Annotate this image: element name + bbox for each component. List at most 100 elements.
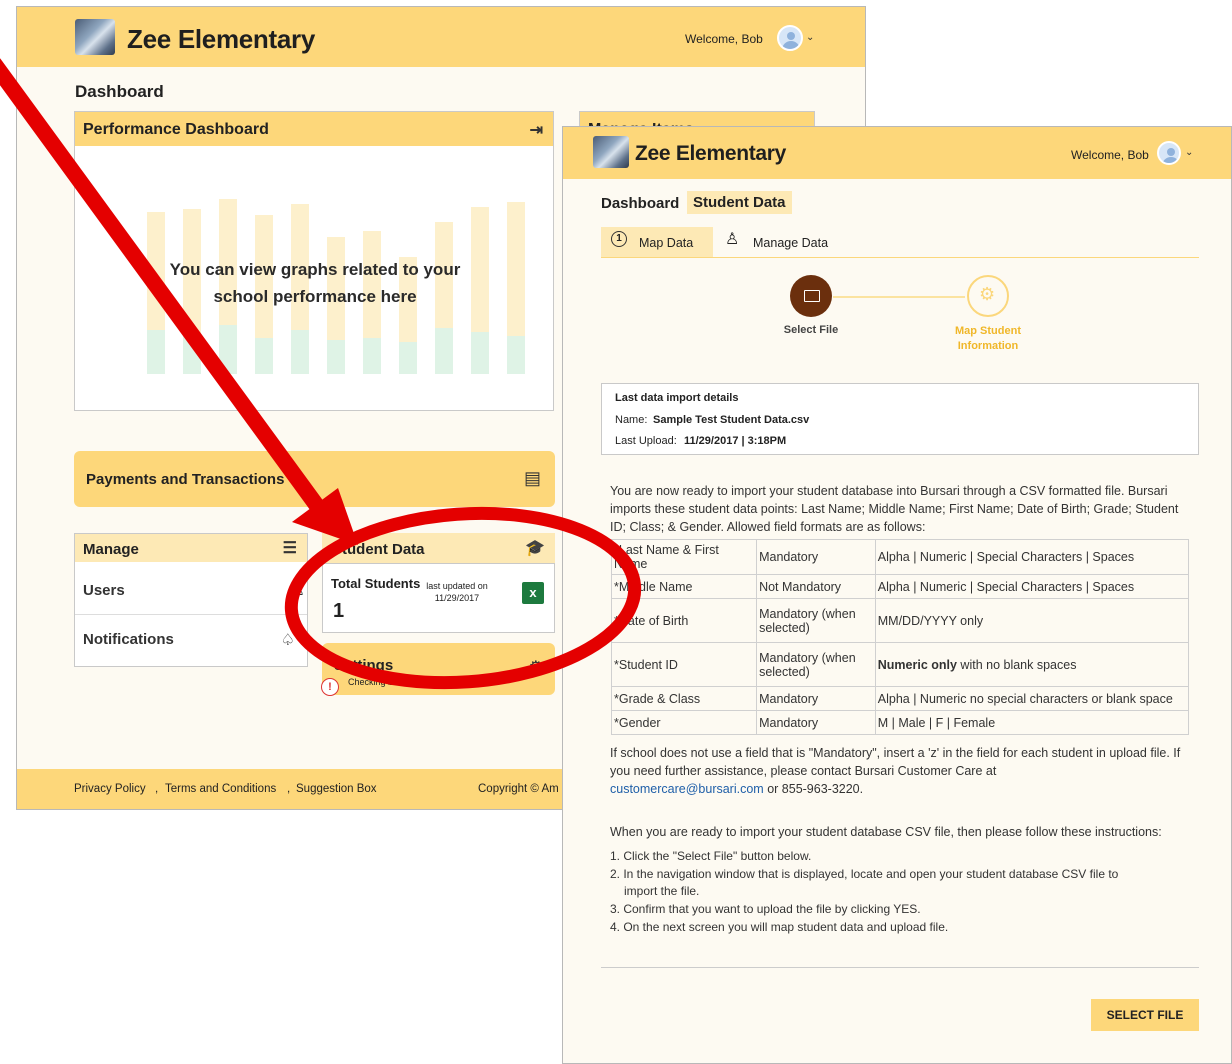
manage-item-users[interactable]: Users ♙	[75, 568, 307, 615]
table-row: *Student ID Mandatory (when selected) Nume…	[610, 642, 1190, 687]
user-edit-icon: ♙	[725, 231, 740, 248]
performance-overlay-text: You can view graphs related to your scho…	[169, 260, 461, 306]
terms-link[interactable]: Terms and Conditions	[165, 783, 276, 795]
welcome-text: Welcome, Bob	[1071, 148, 1149, 162]
instruction-2: 2. In the navigation window that is disp…	[610, 867, 1119, 881]
format-cell: Alpha | Numeric | Special Characters | S…	[874, 574, 1190, 599]
warning-icon: !	[321, 678, 339, 696]
suggestion-link[interactable]: Suggestion Box	[296, 783, 377, 795]
help-phone: or 855-963-3220.	[767, 782, 864, 796]
table-row: *Grade & Class Mandatory Alpha | Numeric n…	[610, 686, 1190, 711]
student-data-card[interactable]: Student Data 🎓 Total Students last updat…	[322, 533, 555, 633]
last-import-box: Last data import details Name: Sample Te…	[601, 383, 1199, 455]
payments-title: Payments and Transactions	[86, 471, 285, 488]
field-name-cell: *Grade & Class	[610, 686, 758, 711]
app-header: Zee Elementary Welcome, Bob ⌄	[563, 127, 1231, 179]
chevron-down-icon[interactable]: ⌄	[806, 32, 814, 43]
page-title: Dashboard	[75, 82, 164, 101]
requirement-cell: Not Mandatory	[756, 574, 876, 599]
map-data-icon: 1	[611, 231, 627, 247]
presentation-chart-icon: ▤	[523, 468, 541, 488]
placeholder-bar	[327, 340, 345, 374]
excel-icon: x	[522, 582, 544, 604]
settings-card[interactable]: Settings Checking bank ⚙	[322, 643, 555, 695]
upload-value: 11/29/2017 | 3:18PM	[684, 435, 787, 447]
step-map-student-label: Map Student Information	[955, 325, 1021, 352]
brand-title: Zee Elementary	[127, 24, 316, 54]
requirement-cell: Mandatory	[756, 710, 876, 735]
last-import-heading: Last data import details	[615, 392, 739, 404]
format-cell: MM/DD/YYYY only	[874, 598, 1190, 643]
format-cell: Numeric only with no blank spaces	[874, 642, 1190, 687]
graduation-cap-icon: 🎓	[525, 540, 545, 557]
format-cell: Alpha | Numeric | Special Characters | S…	[874, 539, 1190, 575]
placeholder-bar	[219, 325, 237, 374]
placeholder-bar	[471, 332, 489, 374]
divider	[601, 967, 1199, 968]
user-avatar-icon[interactable]	[777, 25, 803, 51]
requirement-cell: Mandatory (when selected)	[756, 598, 876, 643]
placeholder-bar	[183, 335, 201, 374]
step-select-file-label: Select File	[783, 324, 839, 336]
help-text: If school does not use a field that is "…	[610, 746, 1181, 796]
step-select-file[interactable]	[790, 275, 832, 317]
performance-card-title: Performance Dashboard	[83, 121, 269, 138]
placeholder-bar	[147, 330, 165, 374]
instruction-3: 3. Confirm that you want to upload the f…	[610, 902, 921, 916]
stepper-line	[833, 296, 965, 298]
student-data-title: Student Data	[332, 541, 425, 558]
placeholder-bar	[399, 342, 417, 374]
table-row: *Date of Birth Mandatory (when selected) M…	[610, 598, 1190, 643]
placeholder-bar	[291, 330, 309, 374]
breadcrumb-dashboard[interactable]: Dashboard	[601, 195, 679, 212]
settings-status: Checking bank	[348, 677, 408, 687]
field-name-cell: *Last Name & First Name	[610, 539, 758, 575]
total-students-label: Total Students	[331, 576, 421, 591]
privacy-link[interactable]: Privacy Policy	[74, 783, 146, 795]
payments-card[interactable]: Payments and Transactions ▤	[74, 451, 555, 507]
field-name-cell: *Gender	[610, 710, 758, 735]
total-students-count: 1	[333, 600, 345, 622]
table-row: *Last Name & First Name Mandatory Alpha | …	[610, 539, 1190, 575]
student-data-window: Zee Elementary Welcome, Bob ⌄ Dashboard …	[562, 126, 1232, 1064]
field-format-table: *Last Name & First Name Mandatory Alpha | …	[610, 539, 1190, 735]
select-file-button[interactable]: SELECT FILE	[1091, 999, 1199, 1031]
name-label: Name:	[615, 414, 648, 426]
settings-title: Settings	[334, 657, 394, 674]
manage-card: Manage ☰ Users ♙ Notifications ♤	[74, 533, 308, 667]
school-logo	[75, 19, 115, 55]
table-row: *Middle Name Not Mandatory Alpha | Numeric…	[610, 574, 1190, 599]
welcome-text: Welcome, Bob	[685, 32, 763, 46]
placeholder-bar	[507, 336, 525, 374]
placeholder-bar	[255, 338, 273, 374]
tab-manage-data[interactable]: ♙ Manage Data	[721, 227, 851, 257]
file-name-value: Sample Test Student Data.csv	[653, 414, 810, 426]
chevron-down-icon[interactable]: ⌄	[1185, 147, 1193, 158]
manage-title: Manage	[83, 541, 139, 558]
placeholder-bar	[363, 338, 381, 374]
help-email-link[interactable]: customercare@bursari.com	[610, 782, 764, 796]
user-icon: ♙	[290, 582, 305, 599]
breadcrumb-current[interactable]: Student Data	[687, 191, 792, 214]
tab-bar: 1 Map Data ♙ Manage Data	[601, 227, 1199, 258]
upload-label: Last Upload:	[615, 435, 677, 447]
tab-map-data[interactable]: 1 Map Data	[601, 227, 713, 257]
table-row: *Gender Mandatory M | Male | F | Female	[610, 710, 1190, 735]
instruction-1: 1. Click the "Select File" button below.	[610, 849, 812, 863]
intro-text: You are now ready to import your student…	[610, 484, 1179, 534]
gear-icon: ⚙	[528, 659, 543, 676]
field-name-cell: *Student ID	[610, 642, 758, 687]
format-cell: M | Male | F | Female	[874, 710, 1190, 735]
folder-icon	[804, 290, 820, 302]
instructions-intro: When you are ready to import your studen…	[610, 825, 1162, 839]
field-name-cell: *Middle Name	[610, 574, 758, 599]
user-avatar-icon[interactable]	[1157, 141, 1181, 165]
brand-title: Zee Elementary	[635, 142, 787, 165]
sliders-icon: ☰	[282, 540, 297, 557]
manage-item-notifications[interactable]: Notifications ♤	[75, 618, 307, 664]
step-map-student: ⚙	[967, 275, 1009, 317]
requirement-cell: Mandatory	[756, 539, 876, 575]
last-updated-text: last updated on 11/29/2017	[426, 581, 488, 603]
copyright-text: Copyright © Am	[478, 783, 559, 795]
open-icon[interactable]: ⇥	[530, 120, 543, 140]
